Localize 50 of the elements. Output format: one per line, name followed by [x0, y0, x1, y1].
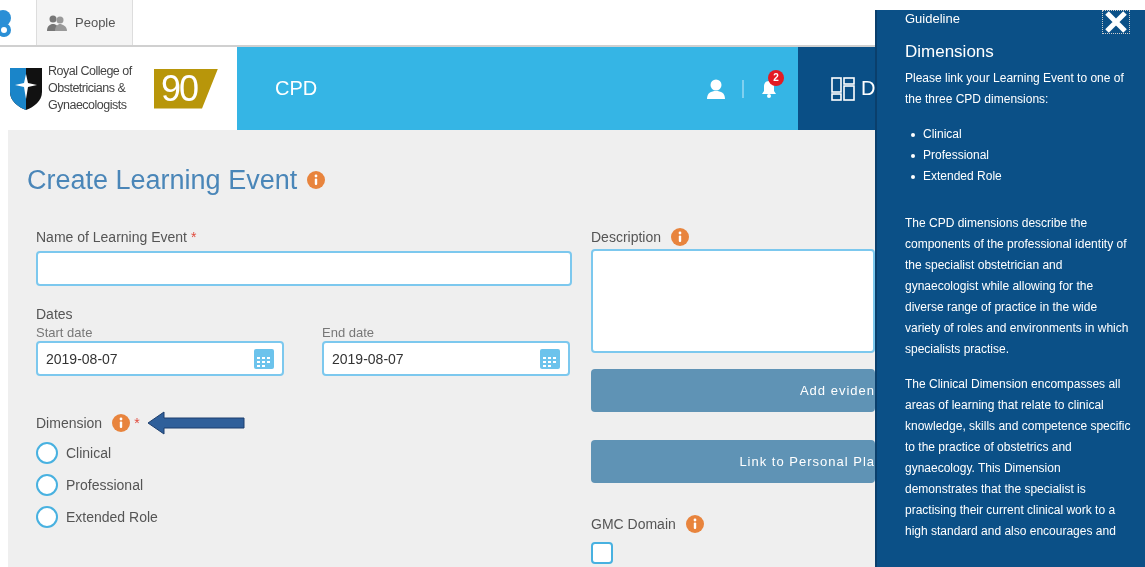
calendar-icon[interactable]: [254, 348, 274, 369]
checkbox[interactable]: [591, 542, 613, 564]
list-item: Professional: [923, 148, 990, 162]
panel-text: The Clinical Dimension encompasses all areas of learning that relate to clinical knowledge, skills and competence specific to the practice of obstetrics and gynaecology. This Dimension demonstrates that the specialist is practising their current clinical work to a high standard and also encourages and: [905, 376, 1132, 540]
arrow-icon: [145, 410, 246, 436]
radio-button[interactable]: [36, 474, 58, 496]
info-icon[interactable]: [112, 414, 131, 432]
bullet-icon: [911, 132, 915, 137]
panel-text: Please link your Learning Event to one of the three CPD dimensions:: [905, 70, 1125, 108]
bullet-icon: [911, 153, 915, 158]
date-field[interactable]: 2019-08-07: [322, 341, 570, 376]
info-icon[interactable]: [307, 171, 326, 189]
date-field[interactable]: 2019-08-07: [36, 341, 284, 376]
field-label: Start date: [36, 325, 93, 340]
info-icon[interactable]: [671, 228, 690, 246]
page-title: Create Learning Event: [27, 164, 298, 196]
field-label: Name of Learning Event: [36, 229, 187, 245]
radio-label: Clinical: [66, 445, 112, 461]
field-label: Description: [591, 229, 662, 245]
panel-label: Guideline: [905, 10, 960, 27]
bullet-icon: [911, 174, 915, 179]
panel-text: The CPD dimensions describe the components of the professional identity of the specialist obstetrician and gynaecologist while allowing for the diverse range of practice in the wide variety of roles and environments in which specialists practise.: [905, 215, 1130, 358]
radio-button[interactable]: [36, 442, 58, 464]
people-tab[interactable]: People: [36, 0, 134, 45]
input-field[interactable]: [36, 251, 572, 286]
info-icon[interactable]: [685, 515, 704, 533]
people-icon: [47, 13, 67, 32]
list-item: Extended Role: [923, 169, 1002, 183]
anniversary-badge: 90: [154, 68, 218, 109]
shield-logo-icon: [10, 67, 42, 110]
list-item: Clinical: [923, 127, 962, 141]
field-label: End date: [322, 325, 375, 340]
section-title: CPD: [275, 77, 319, 100]
required-mark: *: [134, 415, 140, 431]
nav-link[interactable]: D: [861, 77, 876, 100]
dashboard-icon[interactable]: [831, 76, 855, 101]
description-field[interactable]: [591, 249, 875, 353]
notification-badge: 2: [768, 69, 784, 86]
close-icon[interactable]: [1102, 10, 1130, 34]
section-label: Dates: [36, 306, 73, 322]
logo-text: Royal College of Obstetricians & Gynaecologists: [48, 63, 134, 114]
panel-title: Dimensions: [905, 41, 995, 63]
radio-button[interactable]: [36, 506, 58, 528]
calendar-icon[interactable]: [540, 348, 560, 369]
field-label: GMC Domain: [591, 516, 676, 532]
radio-label: Extended Role: [66, 509, 158, 525]
radio-label: Professional: [66, 477, 144, 493]
required-mark: *: [191, 229, 197, 245]
user-icon[interactable]: [706, 78, 726, 99]
field-label: Dimension: [36, 415, 103, 431]
